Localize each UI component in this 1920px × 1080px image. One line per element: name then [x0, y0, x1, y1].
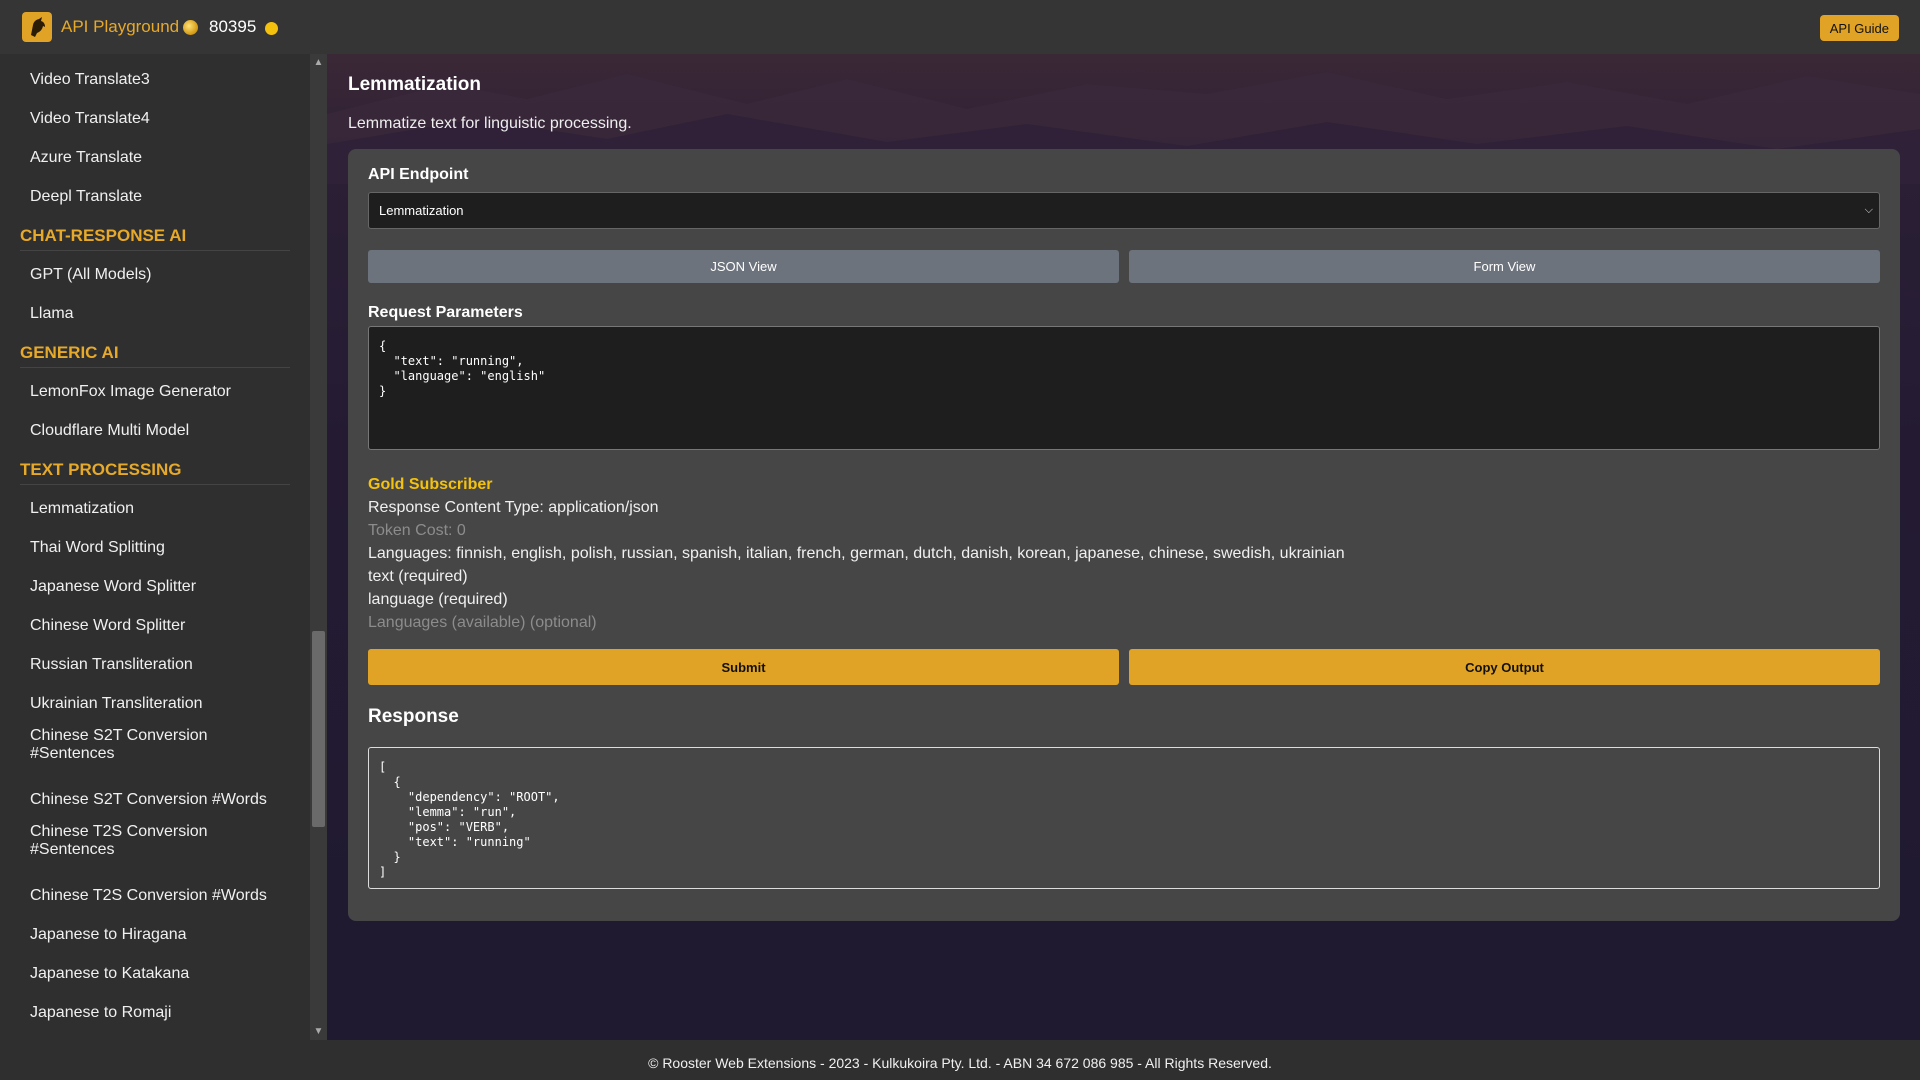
page-title: Lemmatization [348, 74, 482, 95]
sidebar-item-thai-word-splitting[interactable]: Thai Word Splitting [0, 528, 310, 567]
top-bar: API Playground 80395 API Guide [0, 0, 1920, 54]
sidebar-item-cloudflare-multi-model[interactable]: Cloudflare Multi Model [0, 411, 310, 450]
copy-output-button[interactable]: Copy Output [1129, 649, 1880, 685]
form-view-button[interactable]: Form View [1129, 250, 1880, 283]
sidebar-scrollbar[interactable]: ▲ ▼ [310, 54, 327, 1040]
main-content: Lemmatization Lemmatize text for linguis… [327, 54, 1920, 1040]
scroll-down-arrow-icon[interactable]: ▼ [310, 1023, 327, 1040]
param-language-required: language (required) [368, 591, 508, 608]
sidebar-item-lemmatization[interactable]: Lemmatization [0, 489, 310, 528]
sidebar-section-text-processing: TEXT PROCESSING [20, 450, 290, 485]
token-cost: Token Cost: 0 [368, 522, 466, 539]
sidebar-item-llama[interactable]: Llama [0, 294, 310, 333]
footer: © Rooster Web Extensions - 2023 - Kulkuk… [0, 1040, 1920, 1080]
sidebar-section-generic-ai: GENERIC AI [20, 333, 290, 368]
response-content-type: Response Content Type: application/json [368, 499, 659, 516]
sidebar-item-lemonfox-image-generator[interactable]: LemonFox Image Generator [0, 372, 310, 411]
languages-list: Languages: finnish, english, polish, rus… [368, 545, 1345, 562]
page-description: Lemmatize text for linguistic processing… [348, 115, 632, 132]
sidebar-item-chinese-s2t-sentences[interactable]: Chinese S2T Conversion #Sentences [0, 723, 310, 780]
sidebar-item-chinese-s2t-words[interactable]: Chinese S2T Conversion #Words [0, 780, 310, 819]
endpoint-select[interactable]: Lemmatization ⌵ [368, 192, 1880, 229]
scrollbar-thumb[interactable] [312, 631, 325, 827]
scroll-up-arrow-icon[interactable]: ▲ [310, 54, 327, 71]
sidebar-item-azure-translate[interactable]: Azure Translate [0, 138, 310, 177]
sidebar-item-video-translate4[interactable]: Video Translate4 [0, 99, 310, 138]
sidebar-item-chinese-t2s-words[interactable]: Chinese T2S Conversion #Words [0, 876, 310, 915]
sidebar-item-japanese-to-katakana[interactable]: Japanese to Katakana [0, 954, 310, 993]
sidebar-item-chinese-t2s-sentences[interactable]: Chinese T2S Conversion #Sentences [0, 819, 310, 876]
sidebar-item-japanese-word-splitter[interactable]: Japanese Word Splitter [0, 567, 310, 606]
status-dot-icon [265, 22, 278, 35]
api-guide-button[interactable]: API Guide [1819, 15, 1899, 41]
sidebar-item-russian-transliteration[interactable]: Russian Transliteration [0, 645, 310, 684]
response-output[interactable]: [ { "dependency": "ROOT", "lemma": "run"… [368, 747, 1880, 889]
sidebar-item-video-translate3[interactable]: Video Translate3 [0, 60, 310, 99]
json-view-button[interactable]: JSON View [368, 250, 1119, 283]
endpoint-select-value: Lemmatization [379, 203, 464, 218]
submit-button[interactable]: Submit [368, 649, 1119, 685]
param-text-required: text (required) [368, 568, 468, 585]
param-languages-optional: Languages (available) (optional) [368, 614, 597, 631]
sidebar-item-ukrainian-transliteration[interactable]: Ukrainian Transliteration [0, 684, 310, 723]
sidebar-section-chat-response-ai: CHAT-RESPONSE AI [20, 216, 290, 251]
rooster-logo-icon[interactable] [22, 12, 52, 42]
api-form-card: API Endpoint Lemmatization ⌵ JSON View F… [348, 149, 1900, 921]
sidebar-item-japanese-to-hiragana[interactable]: Japanese to Hiragana [0, 915, 310, 954]
request-parameters-label: Request Parameters [368, 304, 523, 321]
chevron-down-icon: ⌵ [1864, 204, 1873, 216]
sidebar: Video Translate3 Video Translate4 Azure … [0, 54, 310, 1040]
sidebar-item-deepl-translate[interactable]: Deepl Translate [0, 177, 310, 216]
sidebar-item-japanese-to-romaji[interactable]: Japanese to Romaji [0, 993, 310, 1032]
token-count: 80395 [209, 17, 257, 36]
request-parameters-textarea[interactable]: { "text": "running", "language": "englis… [368, 326, 1880, 450]
response-title: Response [368, 706, 459, 727]
app-title[interactable]: API Playground [61, 17, 179, 37]
subscriber-badge: Gold Subscriber [368, 476, 493, 493]
sidebar-item-gpt[interactable]: GPT (All Models) [0, 255, 310, 294]
sidebar-item-chinese-word-splitter[interactable]: Chinese Word Splitter [0, 606, 310, 645]
endpoint-label: API Endpoint [368, 166, 469, 183]
coin-icon [183, 20, 198, 35]
